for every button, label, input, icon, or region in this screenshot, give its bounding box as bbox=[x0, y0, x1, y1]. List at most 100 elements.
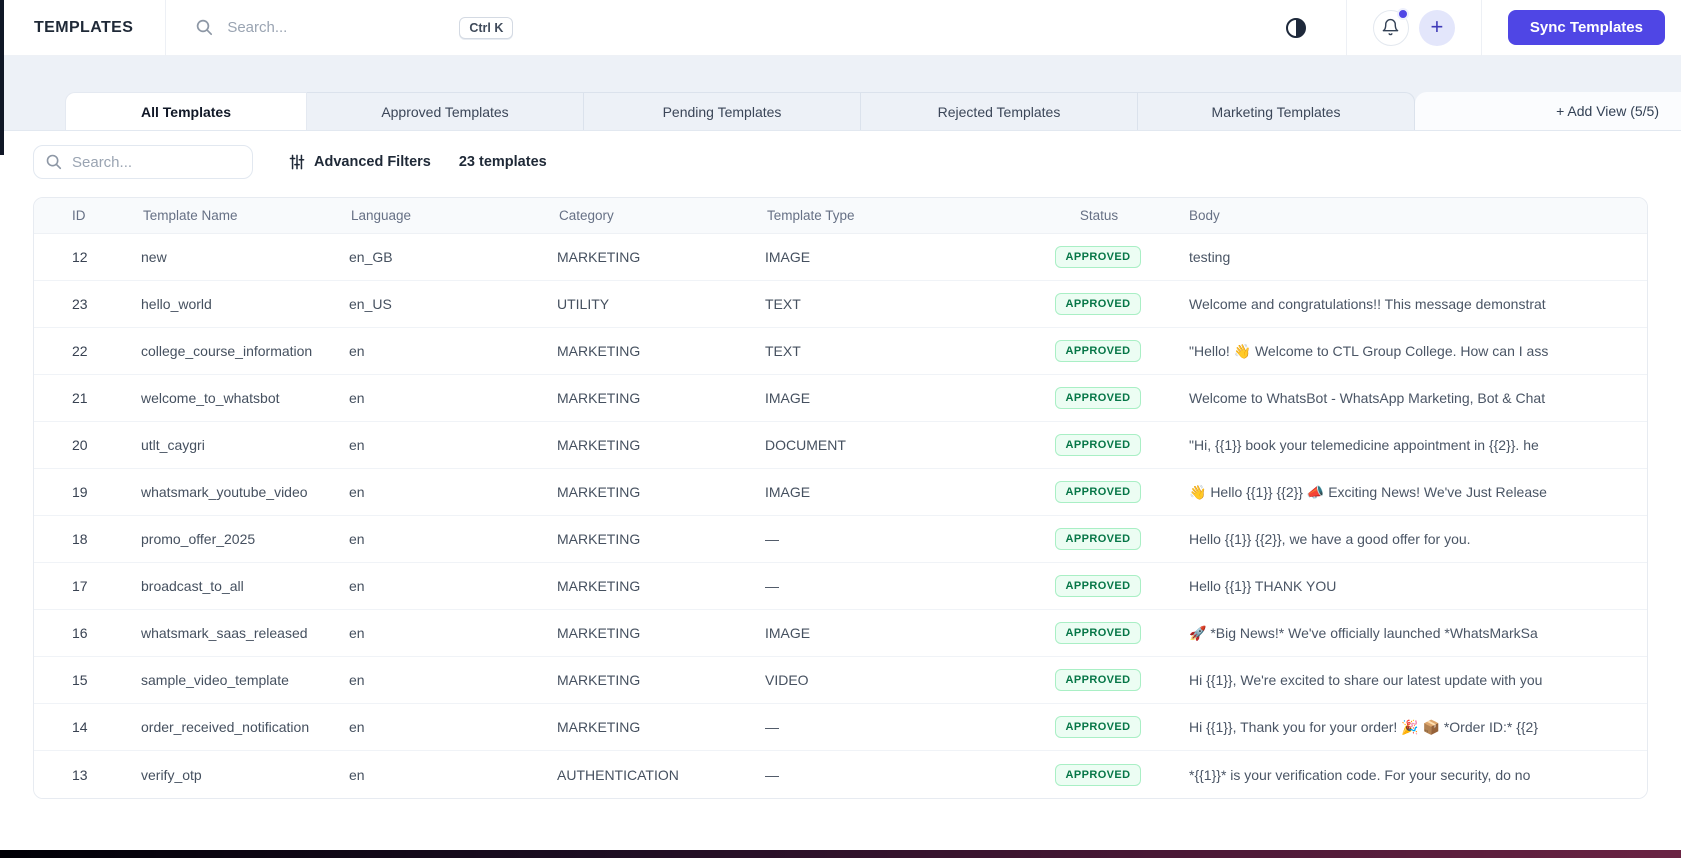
add-view-panel: + Add View (5/5) bbox=[1415, 92, 1681, 130]
col-header-category: Category bbox=[559, 208, 614, 223]
cell-language: en bbox=[349, 437, 365, 453]
cell-id: 15 bbox=[72, 672, 88, 688]
table-row[interactable]: 23 hello_world en_US UTILITY TEXT APPROV… bbox=[34, 281, 1647, 328]
status-badge: APPROVED bbox=[1054, 434, 1142, 456]
cell-body: Hello {{1}} {{2}}, we have a good offer … bbox=[1189, 531, 1471, 547]
bottom-window-edge bbox=[0, 850, 1681, 858]
advanced-filters-button[interactable]: Advanced Filters bbox=[289, 154, 431, 170]
cell-template-name: verify_otp bbox=[141, 766, 202, 783]
table-row[interactable]: 16 whatsmark_saas_released en MARKETING … bbox=[34, 610, 1647, 657]
cell-category: MARKETING bbox=[557, 578, 641, 594]
cell-status: APPROVED bbox=[1023, 622, 1173, 644]
cell-id: 13 bbox=[72, 766, 88, 783]
tab-marketing-templates[interactable]: Marketing Templates bbox=[1138, 92, 1415, 130]
cell-template-type: VIDEO bbox=[765, 672, 809, 688]
col-header-status: Status bbox=[1079, 208, 1119, 223]
shortcut-hint: Ctrl K bbox=[459, 16, 514, 39]
cell-template-name: promo_offer_2025 bbox=[141, 531, 256, 547]
global-search[interactable]: Search... Ctrl K bbox=[196, 16, 514, 39]
cell-body: Hi {{1}}, We're excited to share our lat… bbox=[1189, 672, 1543, 688]
theme-toggle-icon[interactable] bbox=[1285, 17, 1306, 38]
tab-all-templates[interactable]: All Templates bbox=[65, 92, 307, 130]
cell-template-name: welcome_to_whatsbot bbox=[141, 390, 280, 406]
topbar-actions: + Sync Templates bbox=[1285, 0, 1681, 56]
table-row[interactable]: 15 sample_video_template en MARKETING VI… bbox=[34, 657, 1647, 704]
cell-language: en bbox=[349, 672, 365, 688]
cell-id: 22 bbox=[72, 343, 88, 359]
cell-body: Welcome and congratulations!! This messa… bbox=[1189, 296, 1546, 312]
templates-page: TEMPLATES Search... Ctrl K + Sync Templa… bbox=[0, 0, 1681, 858]
cell-status: APPROVED bbox=[1023, 293, 1173, 315]
cell-status: APPROVED bbox=[1023, 528, 1173, 550]
cell-template-name: sample_video_template bbox=[141, 672, 289, 688]
search-icon bbox=[46, 154, 62, 170]
col-header-language: Language bbox=[351, 208, 412, 223]
cell-language: en bbox=[349, 390, 365, 406]
cell-id: 21 bbox=[72, 390, 88, 406]
cell-language: en bbox=[349, 719, 365, 735]
table-row[interactable]: 17 broadcast_to_all en MARKETING — APPRO… bbox=[34, 563, 1647, 610]
cell-status: APPROVED bbox=[1023, 575, 1173, 597]
divider bbox=[165, 0, 167, 56]
status-badge: APPROVED bbox=[1054, 387, 1142, 409]
template-count: 23 templates bbox=[458, 154, 547, 170]
notifications-button[interactable] bbox=[1372, 7, 1409, 46]
add-view-button[interactable]: + Add View (5/5) bbox=[1556, 103, 1659, 119]
col-header-template-name: Template Name bbox=[143, 208, 238, 223]
status-badge: APPROVED bbox=[1054, 340, 1142, 362]
table-row[interactable]: 21 welcome_to_whatsbot en MARKETING IMAG… bbox=[34, 375, 1647, 422]
table-row[interactable]: 14 order_received_notification en MARKET… bbox=[34, 704, 1647, 751]
cell-template-type: IMAGE bbox=[765, 390, 811, 406]
status-badge: APPROVED bbox=[1054, 669, 1142, 691]
tabs-row: All Templates Approved Templates Pending T… bbox=[0, 92, 1681, 130]
cell-category: MARKETING bbox=[557, 625, 641, 641]
search-icon bbox=[196, 19, 213, 36]
view-tabs: All Templates Approved Templates Pending T… bbox=[65, 92, 1415, 130]
table-row[interactable]: 13 verify_otp en AUTHENTICATION — APPROV… bbox=[34, 751, 1647, 798]
cell-category: MARKETING bbox=[557, 484, 641, 500]
add-button[interactable]: + bbox=[1418, 9, 1455, 46]
cell-status: APPROVED bbox=[1023, 340, 1173, 362]
cell-template-type: — bbox=[765, 766, 779, 783]
cell-body: "Hi, {{1}} book your telemedicine appoin… bbox=[1189, 437, 1539, 453]
table-row[interactable]: 20 utlt_caygri en MARKETING DOCUMENT APP… bbox=[34, 422, 1647, 469]
table-row[interactable]: 22 college_course_information en MARKETI… bbox=[34, 328, 1647, 375]
table-row[interactable]: 18 promo_offer_2025 en MARKETING — APPRO… bbox=[34, 516, 1647, 563]
cell-category: MARKETING bbox=[557, 719, 641, 735]
cell-template-type: — bbox=[765, 719, 779, 735]
cell-template-type: — bbox=[765, 578, 779, 594]
cell-template-type: IMAGE bbox=[765, 625, 811, 641]
cell-category: MARKETING bbox=[557, 390, 641, 406]
tab-pending-templates[interactable]: Pending Templates bbox=[584, 92, 861, 130]
sync-templates-button[interactable]: Sync Templates bbox=[1507, 10, 1665, 45]
cell-status: APPROVED bbox=[1023, 481, 1173, 503]
tab-band: All Templates Approved Templates Pending T… bbox=[0, 56, 1681, 131]
cell-template-name: whatsmark_saas_released bbox=[141, 625, 308, 641]
cell-template-name: utlt_caygri bbox=[141, 437, 205, 453]
cell-category: MARKETING bbox=[557, 437, 641, 453]
tab-rejected-templates[interactable]: Rejected Templates bbox=[861, 92, 1138, 130]
cell-category: UTILITY bbox=[557, 296, 610, 312]
cell-id: 18 bbox=[72, 531, 88, 547]
status-badge: APPROVED bbox=[1054, 293, 1142, 315]
tab-approved-templates[interactable]: Approved Templates bbox=[307, 92, 584, 130]
cell-category: MARKETING bbox=[557, 249, 641, 265]
cell-language: en bbox=[349, 625, 365, 641]
table-row[interactable]: 12 new en_GB MARKETING IMAGE APPROVED te… bbox=[34, 234, 1647, 281]
cell-template-type: TEXT bbox=[765, 343, 801, 359]
cell-template-name: whatsmark_youtube_video bbox=[141, 484, 308, 500]
global-search-placeholder[interactable]: Search... bbox=[227, 19, 367, 36]
filters-icon bbox=[289, 154, 305, 170]
status-badge: APPROVED bbox=[1054, 622, 1142, 644]
cell-language: en bbox=[349, 766, 365, 783]
cell-body: *{{1}}* is your verification code. For y… bbox=[1189, 766, 1531, 783]
table-search[interactable] bbox=[33, 145, 253, 179]
cell-language: en_US bbox=[349, 296, 392, 312]
table-search-input[interactable] bbox=[72, 153, 222, 171]
cell-category: AUTHENTICATION bbox=[557, 766, 679, 783]
bell-icon bbox=[1381, 18, 1400, 37]
list-toolbar: Advanced Filters 23 templates bbox=[33, 145, 1648, 179]
sidebar-edge bbox=[0, 0, 4, 155]
cell-template-type: IMAGE bbox=[765, 249, 811, 265]
table-row[interactable]: 19 whatsmark_youtube_video en MARKETING … bbox=[34, 469, 1647, 516]
